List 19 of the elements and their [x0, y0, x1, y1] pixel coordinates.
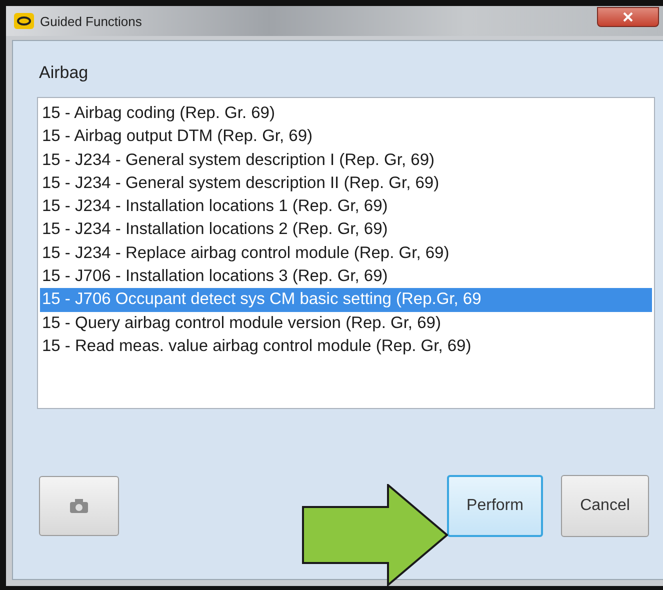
app-logo-icon — [14, 13, 34, 29]
screenshot-button[interactable] — [39, 476, 119, 536]
list-item[interactable]: 15 - J234 - Replace airbag control module (Rep. Gr, 69) — [40, 242, 652, 266]
close-button[interactable] — [597, 7, 659, 27]
group-label: Airbag — [39, 63, 88, 83]
list-item[interactable]: 15 - Query airbag control module version (Rep. Gr, 69) — [40, 312, 652, 335]
close-icon — [623, 12, 633, 22]
list-item[interactable]: 15 - Airbag output DTM (Rep. Gr, 69) — [40, 125, 652, 149]
list-item[interactable]: 15 - J234 - Installation locations 2 (Rep. Gr, 69) — [40, 218, 652, 242]
list-item[interactable]: 15 - J706 - Installation locations 3 (Rep. Gr, 69) — [40, 265, 652, 288]
list-item[interactable]: 15 - J234 - Installation locations 1 (Rep. Gr, 69) — [40, 195, 652, 218]
dialog-button[interactable]: Perform — [447, 475, 543, 537]
camera-icon — [69, 498, 89, 514]
dialog-button[interactable]: Cancel — [561, 475, 649, 537]
window-title: Guided Functions — [40, 14, 142, 28]
list-item[interactable]: 15 - Airbag coding (Rep. Gr. 69) — [40, 102, 652, 126]
list-item[interactable]: 15 - Read meas. value airbag control module (Rep. Gr, 69) — [40, 334, 652, 358]
list-item[interactable]: 15 - J234 - General system description I (Rep. Gr, 69) — [40, 148, 652, 172]
list-item[interactable]: 15 - J234 - General system description II (Rep. Gr, 69) — [40, 172, 652, 196]
